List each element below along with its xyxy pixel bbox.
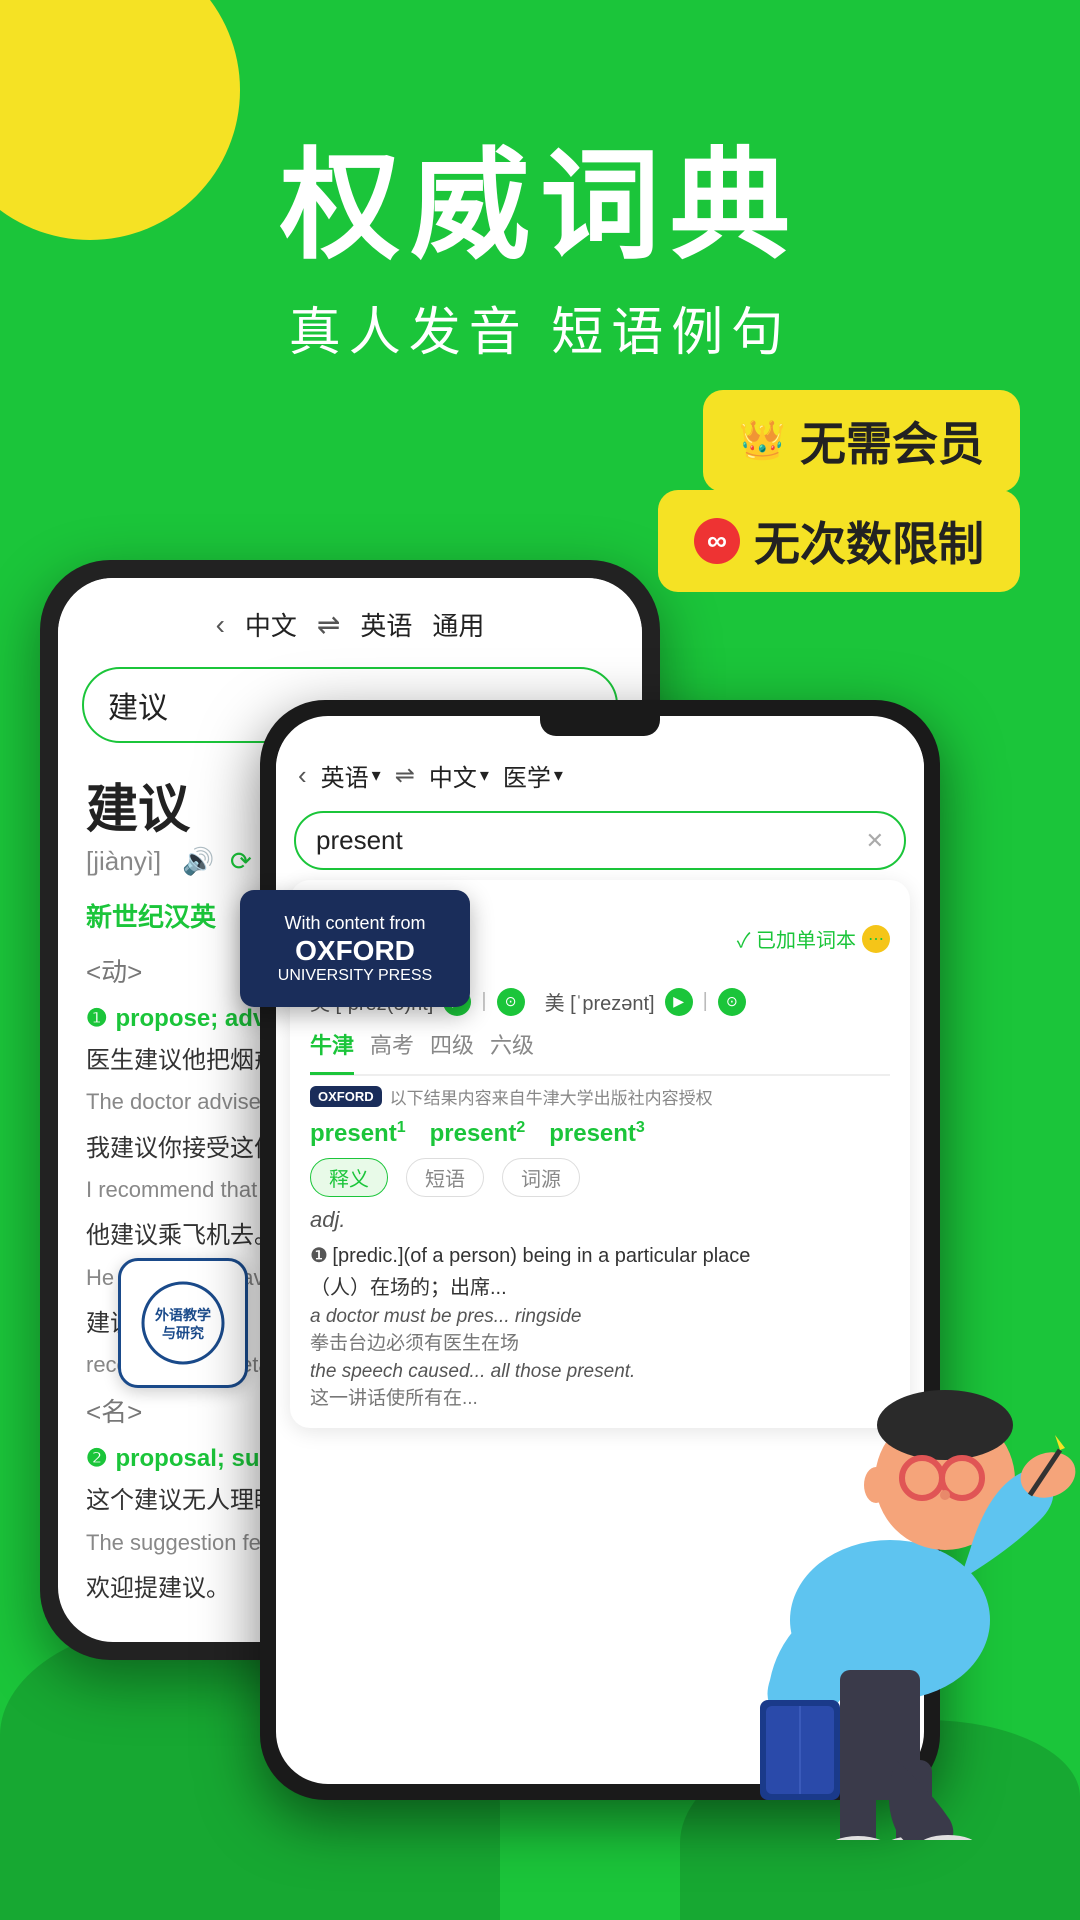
svg-text:外语教学: 外语教学 — [155, 1307, 211, 1323]
character-illustration — [700, 1280, 1080, 1840]
oxford-with-content: With content from — [260, 912, 450, 935]
oxford-mini-text: 以下结果内容来自牛津大学出版社内容授权 — [390, 1084, 713, 1109]
notch — [540, 716, 660, 736]
front-search-text: present — [316, 825, 403, 856]
tab-cet4[interactable]: 四级 — [430, 1028, 474, 1066]
main-headline: 权威词典 — [0, 140, 1080, 272]
subtab-phrases[interactable]: 短语 — [406, 1158, 484, 1197]
front-search-bar[interactable]: present ✕ — [294, 811, 906, 870]
no-member-badge: 👑 无需会员 — [703, 390, 1020, 492]
back-swap-icon[interactable]: ⇌ — [317, 608, 340, 641]
back-lang-to[interactable]: 英语 — [360, 606, 412, 643]
word-def-context: [predic.](of a person) being in a partic… — [332, 1245, 750, 1267]
back-lang-from[interactable]: 中文 — [245, 606, 297, 643]
variant-3[interactable]: present3 — [549, 1119, 645, 1148]
front-swap-icon[interactable]: ⇌ — [395, 761, 415, 790]
no-member-label: 无需会员 — [800, 408, 984, 474]
word-def-num: ❶ — [310, 1245, 328, 1267]
front-navbar: ‹ 英语▾ ⇌ 中文▾ 医学▾ — [276, 736, 924, 805]
pron-us-play[interactable]: ▶ — [665, 988, 693, 1016]
tab-cet6[interactable]: 六级 — [490, 1028, 534, 1066]
unlimited-badge: ∞ 无次数限制 — [658, 490, 1020, 592]
oxford-subtitle: UNIVERSITY PRESS — [260, 967, 450, 985]
pron-us-video[interactable]: ⊙ — [718, 988, 746, 1016]
front-search-clear[interactable]: ✕ — [866, 828, 884, 854]
tab-oxford[interactable]: 牛津 — [310, 1028, 354, 1075]
pron-uk-video[interactable]: ⊙ — [497, 988, 525, 1016]
word-subtabs: 释义 短语 词源 — [310, 1158, 890, 1197]
word-pos: adj. — [310, 1207, 890, 1233]
pron-us-text: 美 [ˈprezənt] — [545, 987, 655, 1016]
oxford-mini-badge-row: OXFORD 以下结果内容来自牛津大学出版社内容授权 — [310, 1084, 890, 1109]
fltrp-logo: 外语教学 与研究 — [118, 1258, 248, 1388]
word-tabs: 牛津 高考 四级 六级 — [310, 1028, 890, 1076]
front-lang-to[interactable]: 中文▾ — [429, 758, 489, 793]
back-def1-num: ❶ — [86, 1000, 108, 1038]
variant-2[interactable]: present2 — [430, 1119, 526, 1148]
word-added-badge[interactable]: ✓ 已加单词本 ⋯ — [737, 924, 890, 953]
subtab-definition[interactable]: 释义 — [310, 1158, 388, 1197]
tab-gaokao[interactable]: 高考 — [370, 1028, 414, 1066]
crown-icon: 👑 — [739, 419, 786, 463]
svg-text:与研究: 与研究 — [162, 1325, 204, 1341]
oxford-title: OXFORD — [260, 935, 450, 967]
front-lang-from[interactable]: 英语▾ — [321, 758, 381, 793]
back-navbar: ‹ 中文 ⇌ 英语 通用 — [58, 578, 642, 659]
word-variants: present1 present2 present3 — [310, 1119, 890, 1148]
sub-headline: 真人发音 短语例句 — [0, 290, 1080, 365]
unlimited-label: 无次数限制 — [754, 508, 984, 574]
front-extra-mode[interactable]: 医学▾ — [503, 758, 563, 793]
back-extra-mode[interactable]: 通用 — [432, 606, 484, 643]
subtab-etymology[interactable]: 词源 — [502, 1158, 580, 1197]
front-back-button[interactable]: ‹ — [298, 760, 307, 791]
infinity-icon: ∞ — [694, 518, 740, 564]
back-def2-num: ❷ — [86, 1440, 108, 1478]
back-button[interactable]: ‹ — [216, 609, 225, 641]
oxford-badge: With content from OXFORD UNIVERSITY PRES… — [240, 890, 470, 1007]
oxford-mini-icon: OXFORD — [310, 1086, 382, 1107]
variant-1[interactable]: present1 — [310, 1119, 406, 1148]
